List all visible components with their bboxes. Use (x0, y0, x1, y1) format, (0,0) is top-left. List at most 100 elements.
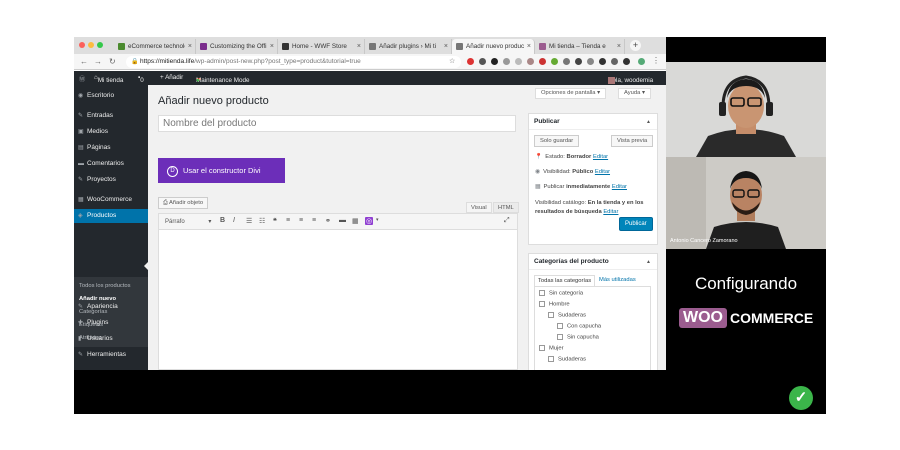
link-icon[interactable]: ⚭ (325, 217, 331, 225)
extension-icon[interactable] (467, 58, 474, 65)
submenu-item[interactable]: Todos los productos (74, 283, 148, 289)
product-name-input[interactable]: Nombre del producto (158, 115, 516, 132)
sidebar-item[interactable]: ▬ Comentarios (74, 157, 148, 171)
extension-icon[interactable] (563, 58, 570, 65)
numbered-list-icon[interactable]: ☷ (259, 217, 265, 225)
category-checkbox[interactable] (539, 301, 545, 307)
submenu-item[interactable]: Categorías (74, 309, 148, 315)
extension-icon[interactable] (515, 58, 522, 65)
edit-status-link[interactable]: Editar (593, 154, 608, 160)
collapse-icon[interactable]: ▲ (646, 254, 651, 270)
extension-icon[interactable] (575, 58, 582, 65)
browser-tab[interactable]: Añadir nuevo product × (452, 39, 535, 54)
comments-link[interactable]: ▪ 0 (138, 74, 144, 84)
extension-icon[interactable] (587, 58, 594, 65)
sidebar-item[interactable]: ▤ Páginas (74, 141, 148, 155)
sidebar-item[interactable]: ✎ Proyectos (74, 173, 148, 187)
extension-icon[interactable] (479, 58, 486, 65)
maximize-window-button[interactable] (97, 42, 103, 48)
site-name-link[interactable]: ⌂ Mi tienda (94, 74, 123, 84)
quote-icon[interactable]: ❝ (273, 217, 277, 225)
align-right-icon[interactable]: ≡ (312, 217, 316, 224)
reload-icon[interactable]: ↻ (109, 57, 116, 66)
divi-shortcode-icon[interactable]: ◎ (365, 217, 374, 225)
browser-tab[interactable]: Mi tienda – Tienda e × (535, 39, 625, 54)
submenu-item[interactable]: Añadir nuevo (74, 296, 148, 302)
submenu-item[interactable]: Atributos (74, 335, 148, 341)
extension-icon[interactable] (611, 58, 618, 65)
browser-tab[interactable]: Añadir plugins › Mi ti × (365, 39, 452, 54)
tab-all-categories[interactable]: Todas las categorías (534, 275, 596, 286)
tab-visual[interactable]: Visual (466, 202, 492, 213)
close-window-button[interactable] (79, 42, 85, 48)
align-center-icon[interactable]: ≡ (299, 217, 303, 224)
extension-icon[interactable] (491, 58, 498, 65)
extension-icon[interactable] (551, 58, 558, 65)
fullscreen-icon[interactable]: ⤢ (504, 217, 510, 225)
url-field[interactable]: 🔒 https://mitienda.life/wp-admin/post-new… (126, 56, 461, 68)
divi-builder-button[interactable]: D Usar el constructor Divi (158, 158, 285, 183)
category-checkbox[interactable] (557, 334, 563, 340)
new-tab-button[interactable]: + (630, 40, 641, 51)
submenu-item[interactable]: Etiquetas (74, 322, 148, 328)
more-tag-icon[interactable]: ▬ (339, 217, 346, 224)
sidebar-item[interactable]: ▣ Medios (74, 125, 148, 139)
category-item[interactable]: Mujer (539, 345, 564, 352)
edit-catalog-link[interactable]: Editar (603, 209, 618, 215)
categories-box-header[interactable]: Categorías del producto ▲ (529, 254, 657, 270)
sidebar-item[interactable]: ✎ Entradas (74, 109, 148, 123)
minimize-window-button[interactable] (88, 42, 94, 48)
preview-button[interactable]: Vista previa (611, 135, 654, 147)
content-editor[interactable] (158, 230, 518, 370)
back-icon[interactable]: ← (80, 57, 88, 66)
category-checkbox[interactable] (557, 323, 563, 329)
browser-tab[interactable]: Home - WWF Store × (278, 39, 365, 54)
close-tab-icon[interactable]: × (357, 43, 361, 50)
align-left-icon[interactable]: ≡ (286, 217, 290, 224)
publish-button[interactable]: Publicar (619, 217, 653, 231)
tab-html[interactable]: HTML (493, 202, 519, 213)
extension-icon[interactable] (599, 58, 606, 65)
sidebar-item[interactable]: ▦ WooCommerce (74, 193, 148, 207)
sidebar-item[interactable]: ◉ Escritorio (74, 89, 148, 103)
close-tab-icon[interactable]: × (270, 43, 274, 50)
bold-icon[interactable]: B (220, 217, 225, 224)
close-tab-icon[interactable]: × (444, 43, 448, 50)
category-checkbox[interactable] (548, 356, 554, 362)
chevron-down-icon[interactable]: ▾ (376, 217, 379, 223)
category-item[interactable]: Sin capucha (557, 334, 599, 341)
publish-box-header[interactable]: Publicar ▲ (529, 114, 657, 130)
extension-icon[interactable] (527, 58, 534, 65)
forward-icon[interactable]: → (94, 57, 102, 66)
extension-icon[interactable] (503, 58, 510, 65)
bullet-list-icon[interactable]: ☰ (246, 217, 252, 225)
star-icon[interactable]: ☆ (449, 57, 455, 65)
category-item[interactable]: Hombre (539, 301, 570, 308)
category-checkbox[interactable] (539, 290, 545, 296)
profile-avatar[interactable] (638, 58, 645, 65)
close-tab-icon[interactable]: × (527, 43, 531, 50)
browser-tab[interactable]: eCommerce technolo × (114, 39, 196, 54)
category-item[interactable]: Sudaderas (548, 312, 586, 319)
category-item[interactable]: Con capucha (557, 323, 601, 330)
sidebar-item[interactable]: ✎ Herramientas (74, 348, 148, 362)
extension-icon[interactable] (539, 58, 546, 65)
sidebar-item[interactable]: ◈ Productos (74, 209, 148, 223)
toolbar-toggle-icon[interactable]: ▦ (352, 217, 359, 225)
edit-publish-link[interactable]: Editar (612, 184, 627, 190)
edit-visibility-link[interactable]: Editar (595, 169, 610, 175)
collapse-icon[interactable]: ▲ (646, 114, 651, 130)
category-item[interactable]: Sudaderas (548, 356, 586, 363)
category-item[interactable]: Sin categoría (539, 290, 583, 297)
menu-icon[interactable]: ⋮ (652, 56, 660, 65)
tab-most-used[interactable]: Más utilizadas (596, 275, 639, 286)
format-select[interactable]: Párrafo ▾ (165, 218, 211, 225)
browser-tab[interactable]: Customizing the Offi × (196, 39, 278, 54)
screen-options-button[interactable]: Opciones de pantalla ▾ (535, 88, 606, 99)
italic-icon[interactable]: I (233, 217, 235, 224)
save-draft-button[interactable]: Solo guardar (534, 135, 580, 147)
category-checkbox[interactable] (548, 312, 554, 318)
add-new-link[interactable]: + Añadir (160, 74, 183, 81)
add-media-button[interactable]: ⎙ Añadir objeto (158, 197, 209, 209)
extension-icon[interactable] (623, 58, 630, 65)
